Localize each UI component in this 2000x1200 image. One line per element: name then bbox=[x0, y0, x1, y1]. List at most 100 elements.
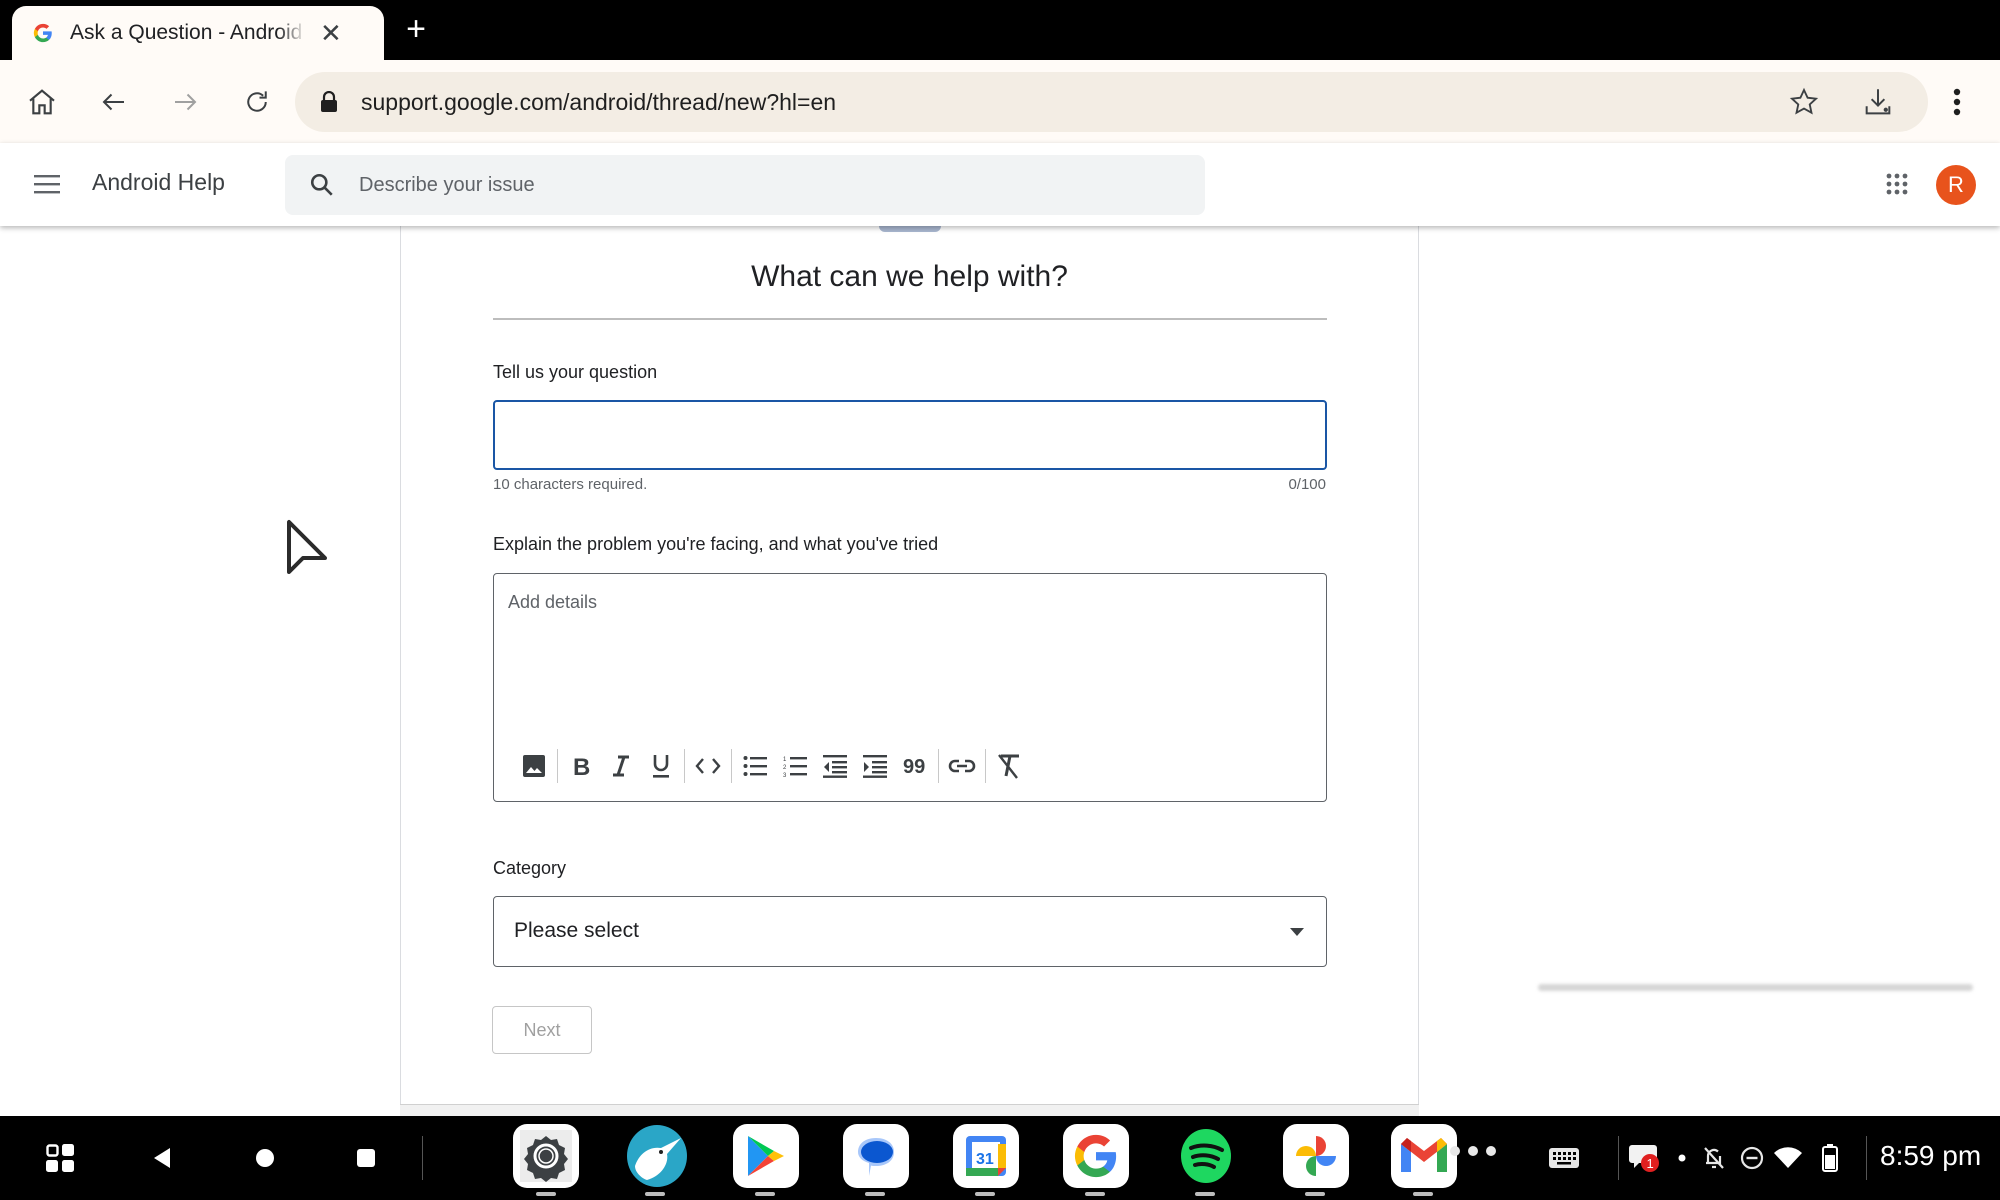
category-label: Category bbox=[493, 858, 567, 878]
details-label: Explain the problem you're facing, and w… bbox=[493, 534, 939, 554]
svg-text:B: B bbox=[573, 754, 590, 778]
taskbar-divider bbox=[1618, 1136, 1619, 1180]
arrow-left-icon[interactable] bbox=[92, 80, 136, 124]
link-icon[interactable] bbox=[942, 746, 982, 786]
hamburger-icon[interactable] bbox=[26, 163, 68, 205]
arrow-right-icon[interactable] bbox=[163, 80, 207, 124]
more-horiz-icon[interactable] bbox=[1450, 1146, 1496, 1156]
dot-icon bbox=[1676, 1136, 1688, 1180]
title-divider bbox=[493, 318, 1327, 320]
avatar[interactable]: R bbox=[1936, 165, 1976, 205]
kiwi-browser-icon[interactable] bbox=[624, 1124, 690, 1188]
question-input[interactable] bbox=[493, 400, 1327, 470]
url-text[interactable]: support.google.com/android/thread/new?hl… bbox=[361, 89, 1782, 116]
bold-icon[interactable]: B bbox=[561, 746, 601, 786]
category-select[interactable]: Please select bbox=[493, 896, 1327, 967]
app-running-indicator bbox=[755, 1192, 775, 1196]
spotify-icon[interactable] bbox=[1173, 1124, 1239, 1188]
app-header: Android Help R bbox=[0, 143, 2000, 226]
page-footer-edge bbox=[400, 1104, 1419, 1116]
browser-toolbar: support.google.com/android/thread/new?hl… bbox=[0, 60, 2000, 143]
bell-off-icon[interactable] bbox=[1698, 1136, 1730, 1180]
question-char-counter: 0/100 bbox=[1288, 476, 1326, 493]
app-drawer-icon[interactable] bbox=[38, 1136, 82, 1180]
star-icon[interactable] bbox=[1782, 80, 1826, 124]
home-circle-icon[interactable] bbox=[243, 1136, 287, 1180]
next-button[interactable]: Next bbox=[492, 1006, 592, 1054]
download-icon[interactable] bbox=[1856, 80, 1900, 124]
google-icon[interactable] bbox=[1063, 1124, 1129, 1188]
search-icon[interactable] bbox=[307, 170, 337, 200]
calendar-date: 31 bbox=[976, 1151, 994, 1168]
details-editor[interactable]: Add details B 1 2 3 99 bbox=[493, 573, 1327, 802]
app-running-indicator bbox=[865, 1192, 885, 1196]
app-running-indicator bbox=[1085, 1192, 1105, 1196]
app-running-indicator bbox=[1195, 1192, 1215, 1196]
code-icon[interactable] bbox=[688, 746, 728, 786]
image-icon[interactable] bbox=[514, 746, 554, 786]
question-form-card: What can we help with? Tell us your ques… bbox=[400, 226, 1419, 1106]
browser-tab[interactable]: Ask a Question - Android Community ✕ bbox=[12, 6, 384, 60]
rich-text-toolbar: B 123 99 bbox=[514, 746, 1029, 786]
home-icon[interactable] bbox=[20, 80, 64, 124]
clock[interactable]: 8:59 pm bbox=[1880, 1140, 1981, 1172]
quote-icon[interactable]: 99 bbox=[895, 746, 935, 786]
numbered-list-icon[interactable]: 1 2 3 bbox=[775, 746, 815, 786]
toolbar-separator bbox=[731, 749, 732, 783]
play-store-icon[interactable] bbox=[733, 1124, 799, 1188]
more-vert-icon[interactable] bbox=[1935, 80, 1979, 124]
plus-icon[interactable]: + bbox=[398, 12, 434, 48]
back-triangle-icon[interactable] bbox=[140, 1136, 184, 1180]
mouse-pointer-icon bbox=[283, 518, 333, 582]
chevron-down-icon bbox=[1290, 928, 1304, 936]
apps-grid-icon[interactable] bbox=[1876, 163, 1918, 205]
system-taskbar: 31 1 8:59 pm bbox=[0, 1116, 2000, 1200]
search-box[interactable] bbox=[285, 155, 1205, 215]
svg-text:99: 99 bbox=[903, 756, 925, 777]
bulleted-list-icon[interactable] bbox=[735, 746, 775, 786]
settings-icon[interactable] bbox=[513, 1124, 579, 1188]
taskbar-divider bbox=[1866, 1136, 1867, 1180]
taskbar-divider bbox=[422, 1136, 423, 1180]
svg-text:1: 1 bbox=[783, 757, 787, 763]
question-label: Tell us your question bbox=[493, 362, 658, 382]
wifi-icon[interactable] bbox=[1770, 1136, 1806, 1180]
notification-badge: 1 bbox=[1647, 1156, 1654, 1171]
question-helper-text: 10 characters required. bbox=[493, 476, 648, 493]
battery-icon[interactable] bbox=[1816, 1136, 1844, 1180]
reload-icon[interactable] bbox=[235, 80, 279, 124]
app-running-indicator bbox=[536, 1192, 556, 1196]
form-title: What can we help with? bbox=[751, 260, 1068, 293]
outdent-icon[interactable] bbox=[815, 746, 855, 786]
search-input[interactable] bbox=[359, 173, 1159, 197]
notification-icon[interactable]: 1 bbox=[1626, 1136, 1666, 1180]
keyboard-icon[interactable] bbox=[1544, 1136, 1584, 1180]
photos-icon[interactable] bbox=[1283, 1124, 1349, 1188]
app-running-indicator bbox=[645, 1192, 665, 1196]
indent-icon[interactable] bbox=[855, 746, 895, 786]
messages-icon[interactable] bbox=[843, 1124, 909, 1188]
stepper-indicator bbox=[879, 226, 941, 232]
italic-icon[interactable] bbox=[601, 746, 641, 786]
close-icon[interactable]: ✕ bbox=[320, 20, 342, 46]
side-panel-placeholder bbox=[1538, 984, 1973, 991]
calendar-icon[interactable]: 31 bbox=[953, 1124, 1019, 1188]
lock-icon[interactable] bbox=[319, 89, 339, 115]
toolbar-separator bbox=[985, 749, 986, 783]
app-running-indicator bbox=[1305, 1192, 1325, 1196]
app-running-indicator bbox=[1413, 1192, 1433, 1196]
google-g-icon bbox=[32, 22, 54, 44]
tab-title: Ask a Question - Android Community bbox=[70, 21, 306, 44]
category-selected-value: Please select bbox=[514, 919, 639, 942]
recents-square-icon[interactable] bbox=[344, 1136, 388, 1180]
details-placeholder[interactable]: Add details bbox=[508, 592, 597, 613]
toolbar-separator bbox=[557, 749, 558, 783]
address-bar[interactable]: support.google.com/android/thread/new?hl… bbox=[295, 72, 1928, 132]
do-not-disturb-icon[interactable] bbox=[1736, 1136, 1768, 1180]
svg-text:3: 3 bbox=[783, 773, 787, 777]
app-running-indicator bbox=[975, 1192, 995, 1196]
underline-icon[interactable] bbox=[641, 746, 681, 786]
clear-format-icon[interactable] bbox=[989, 746, 1029, 786]
app-title[interactable]: Android Help bbox=[92, 169, 225, 196]
gmail-icon[interactable] bbox=[1391, 1124, 1457, 1188]
